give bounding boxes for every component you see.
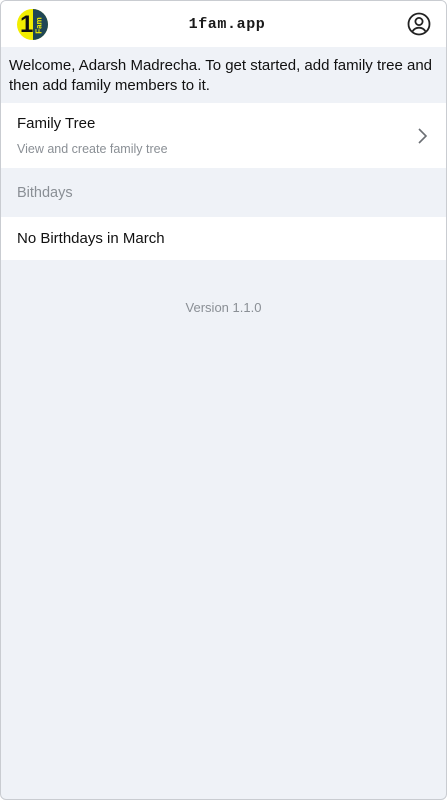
- account-button[interactable]: [406, 11, 432, 37]
- chevron-right-icon: [418, 127, 428, 144]
- app-logo[interactable]: 1 Fam: [17, 8, 48, 40]
- birthdays-section-label: Bithdays: [17, 184, 73, 201]
- app-title: 1fam.app: [188, 15, 266, 33]
- app-frame: 1 Fam 1fam.app Welcome, Adarsh Madrecha.…: [0, 0, 447, 800]
- app-header: 1 Fam 1fam.app: [1, 1, 446, 47]
- logo-digit: 1: [20, 10, 34, 38]
- family-tree-label: Family Tree: [17, 115, 96, 132]
- logo-text: Fam: [34, 16, 44, 34]
- welcome-message: Welcome, Adarsh Madrecha. To get started…: [1, 47, 446, 103]
- account-circle-icon: [407, 12, 431, 36]
- family-tree-item[interactable]: Family Tree View and create family tree: [1, 103, 446, 168]
- family-tree-subtitle: View and create family tree: [17, 142, 168, 156]
- version-label: Version 1.1.0: [185, 300, 262, 315]
- family-tree-text: Family Tree View and create family tree: [17, 115, 168, 156]
- birthday-empty-text: No Birthdays in March: [17, 230, 165, 247]
- birthday-empty-row: No Birthdays in March: [1, 217, 446, 260]
